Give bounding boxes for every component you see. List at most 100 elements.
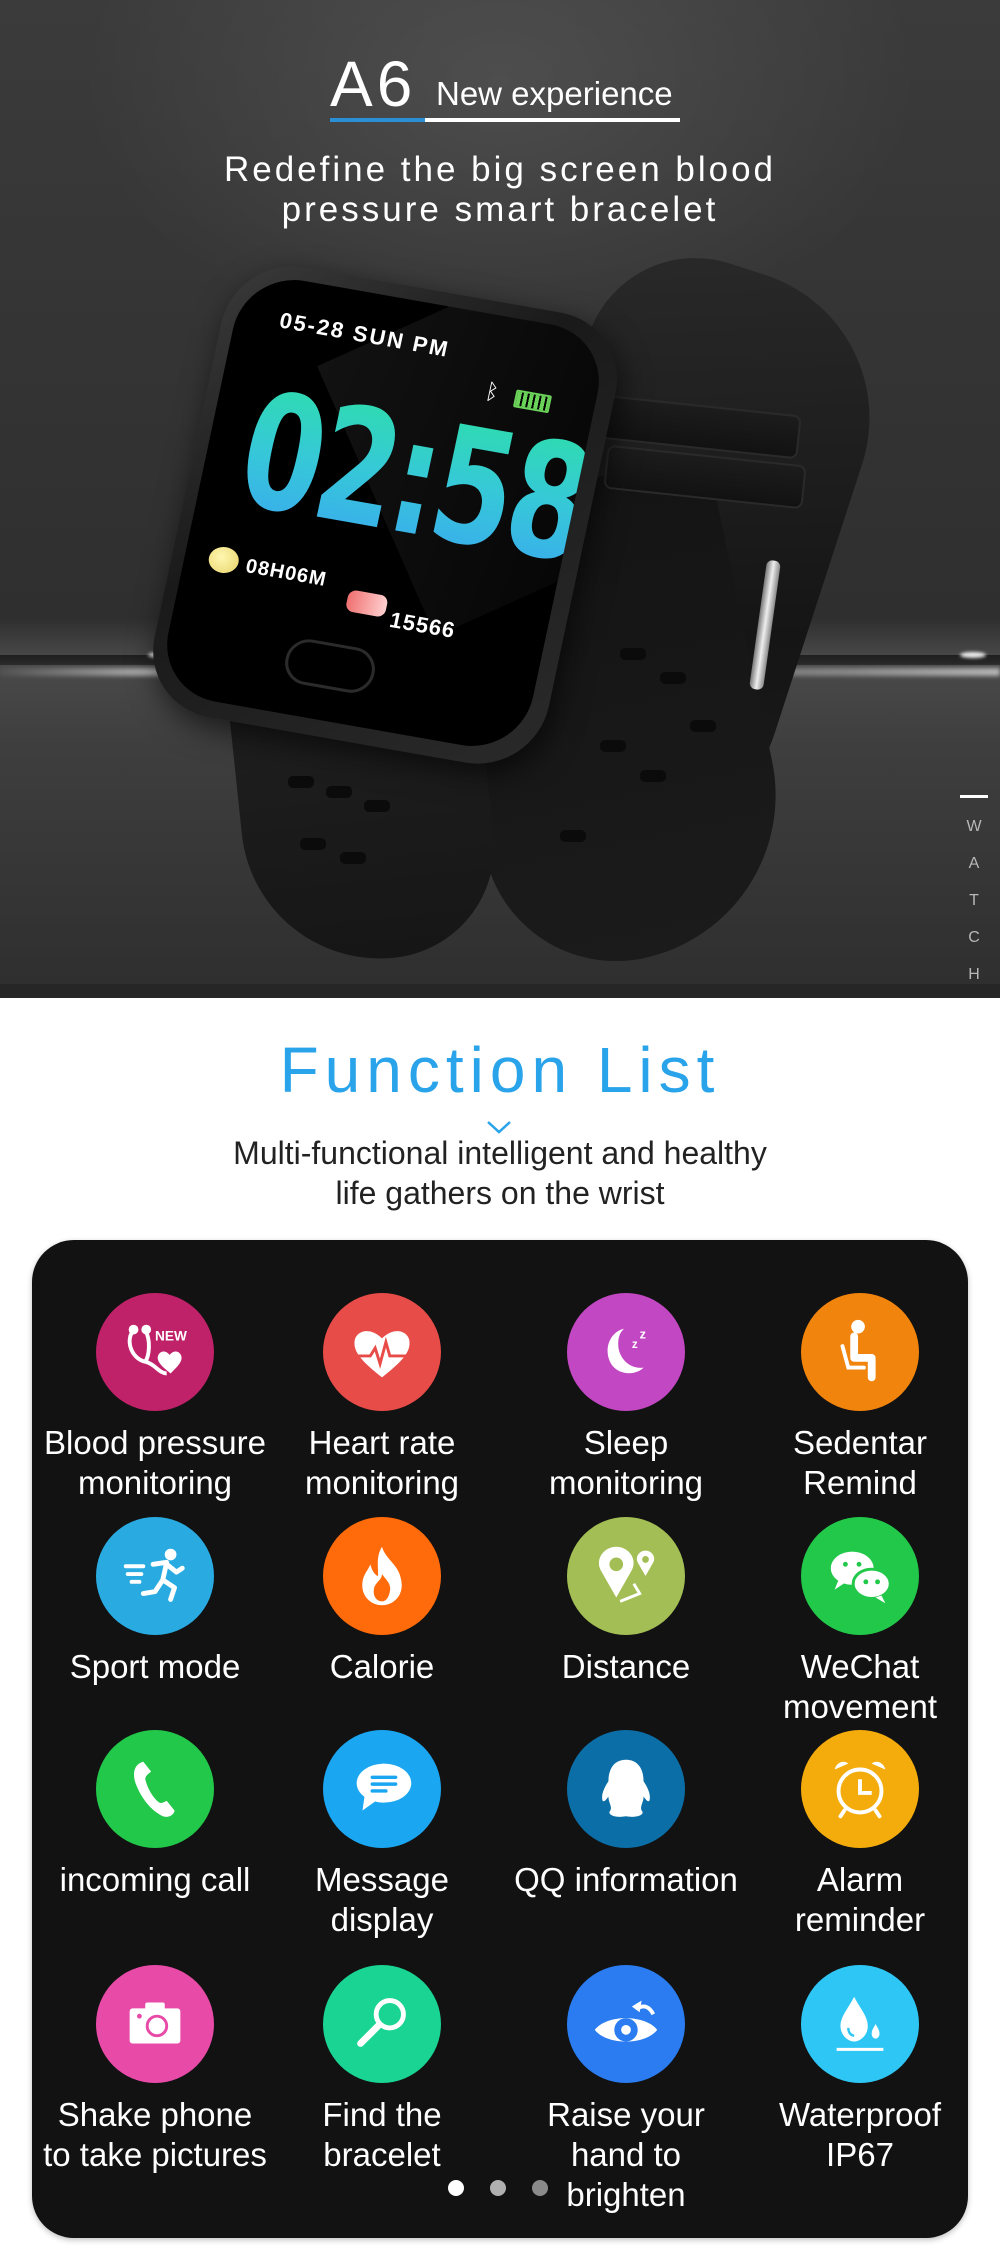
band-hole [640,770,666,782]
feature-label: Alarm reminder [745,1860,975,1940]
feature-label: Find the bracelet [267,2095,497,2175]
pager-dot[interactable] [490,2180,506,2196]
feature-label-line2: bracelet [323,2136,441,2173]
tagline: New experience [436,75,673,112]
chevron-down-icon [487,1121,511,1134]
qq-penguin-icon [567,1730,685,1848]
feature-label-line1: Sport mode [69,1648,241,1685]
feature-item: incoming call [40,1730,270,1900]
feature-label-line2: Remind [803,1464,917,1501]
function-list-subtitle: Multi-functional intelligent and healthy… [0,1133,1000,1213]
hero-headline: A6 New experience [330,52,680,122]
band-hole [340,852,366,864]
band-hole [600,740,626,752]
feature-label-line1: WeChat [800,1648,920,1685]
feature-label-line2: IP67 [826,2136,894,2173]
side-label-letter: W [966,818,982,835]
side-label-bar [960,795,988,798]
feature-label: Sedentar Remind [745,1423,975,1503]
seated-person-icon [801,1293,919,1411]
feature-item: Raise your hand to brighten [511,1965,741,2215]
band-hole [560,830,586,842]
feature-item: Heart rate monitoring [267,1293,497,1503]
feature-label: incoming call [40,1860,270,1900]
feature-item: WeChat movement [745,1517,975,1727]
pager-dot-active[interactable] [448,2180,464,2196]
eye-raise-icon [567,1965,685,2083]
chat-bubble-icon [323,1730,441,1848]
feature-label: Blood pressure monitoring [40,1423,270,1503]
sleep-moon-icon [206,544,242,576]
map-pin-route-icon [567,1517,685,1635]
hero-subtitle-line1: Redefine the big screen blood [223,150,777,189]
feature-label-line2: display [330,1901,434,1938]
feature-label: QQ information [511,1860,741,1900]
hero-bottom-strip [0,984,1000,998]
feature-label-line1: Message [315,1861,449,1898]
feature-label-line2: monitoring [548,1464,704,1501]
moon-sleep-icon: zz [567,1293,685,1411]
hero-banner: A6 New experience Redefine the big scree… [0,0,1000,998]
feature-label-line1: Alarm [816,1861,904,1898]
feature-label-line1: incoming call [59,1861,251,1898]
water-drop-icon [801,1965,919,2083]
heart-pulse-icon [323,1293,441,1411]
feature-label-line1: Heart rate [308,1424,456,1461]
feature-item: Message display [267,1730,497,1940]
feature-item: Shake phone to take pictures [40,1965,270,2175]
hero-subtitle: Redefine the big screen blood pressure s… [100,150,900,230]
feature-label-line1: Shake phone [57,2096,253,2133]
function-list-title: Function List [279,1034,721,1106]
feature-label: WeChat movement [745,1647,975,1727]
feature-item: z z Sleep monitoring [511,1293,741,1503]
feature-item: Sport mode [40,1517,270,1687]
flame-icon [323,1517,441,1635]
stethoscope-heart-icon: NEW [96,1293,214,1411]
hero-subtitle-line2: pressure smart bracelet [281,190,719,229]
feature-label: Raise your hand to brighten [511,2095,741,2215]
band-hole [326,786,352,798]
feature-label: Sleep monitoring [511,1423,741,1503]
camera-icon [96,1965,214,2083]
feature-label-line2: monitoring [304,1464,460,1501]
model-name: A6 [330,48,417,120]
feature-label-line2: monitoring [77,1464,233,1501]
band-hole [364,800,390,812]
feature-label-line2: reminder [794,1901,926,1938]
feature-label-line1: Sedentar [793,1424,927,1461]
function-list-subtitle-line2: life gathers on the wrist [335,1175,665,1211]
band-hole [660,672,686,684]
feature-label-line1: Distance [561,1648,691,1685]
svg-text:z: z [632,1338,638,1351]
feature-label-line1: Find the [322,2096,442,2133]
feature-label: Distance [511,1647,741,1687]
alarm-clock-icon [801,1730,919,1848]
magnifier-icon [323,1965,441,2083]
feature-label: Message display [267,1860,497,1940]
feature-label: Waterproof IP67 [745,2095,975,2175]
light-flare [960,652,986,658]
feature-item: QQ information [511,1730,741,1900]
shoe-icon [344,589,389,618]
svg-text:NEW: NEW [155,1328,187,1343]
feature-label: Heart rate monitoring [267,1423,497,1503]
side-label-letter: H [968,966,980,983]
feature-label-line1: Calorie [329,1648,435,1685]
function-list-subtitle-line1: Multi-functional intelligent and healthy [233,1135,767,1171]
feature-label-line1: Raise your [547,2096,705,2133]
watch-touch-button [280,635,380,697]
feature-item: Waterproof IP67 [745,1965,975,2175]
pager-dot[interactable] [532,2180,548,2196]
feature-label-line2: hand to brighten [566,2136,686,2213]
phone-icon [96,1730,214,1848]
feature-item: Sedentar Remind [745,1293,975,1503]
feature-label-line1: Blood pressure [44,1424,266,1461]
side-label-letter: A [968,855,980,872]
feature-label-line2: movement [782,1688,938,1725]
feature-item: Find the bracelet [267,1965,497,2175]
feature-item: Calorie [267,1517,497,1687]
carousel-pager[interactable] [448,2180,548,2196]
svg-text:z: z [640,1327,646,1341]
feature-item: NEW Blood pressure monitoring [40,1293,270,1503]
wechat-icon [801,1517,919,1635]
